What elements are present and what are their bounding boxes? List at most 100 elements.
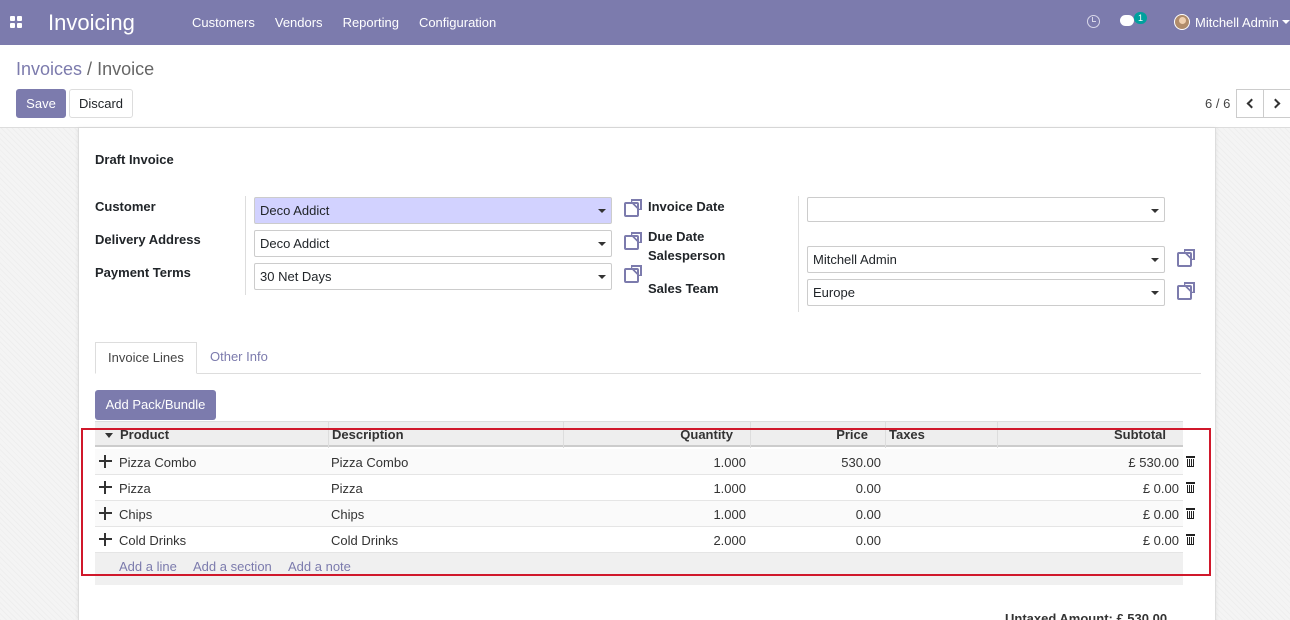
drag-handle-icon[interactable] bbox=[99, 455, 112, 468]
caret-down-icon bbox=[598, 209, 606, 213]
form-sheet: Draft Invoice Customer Delivery Address … bbox=[78, 128, 1216, 620]
activity-clock-icon[interactable] bbox=[1087, 15, 1100, 28]
field-separator bbox=[798, 196, 799, 312]
column-separator bbox=[750, 422, 751, 448]
breadcrumb-invoices[interactable]: Invoices bbox=[16, 59, 82, 79]
pager-value[interactable]: 6 / 6 bbox=[1205, 96, 1230, 111]
external-link-icon[interactable] bbox=[1177, 249, 1195, 267]
customer-select[interactable]: Deco Addict bbox=[254, 197, 612, 224]
payment-terms-value: 30 Net Days bbox=[260, 269, 332, 284]
cell-quantity[interactable]: 1.000 bbox=[565, 507, 746, 522]
delivery-address-value: Deco Addict bbox=[260, 236, 330, 251]
cell-product[interactable]: Chips bbox=[119, 507, 152, 522]
header-quantity[interactable]: Quantity bbox=[565, 427, 733, 442]
cell-quantity[interactable]: 1.000 bbox=[565, 455, 746, 470]
column-separator bbox=[328, 422, 329, 448]
cell-description[interactable]: Chips bbox=[331, 507, 364, 522]
user-menu[interactable]: Mitchell Admin bbox=[1195, 15, 1279, 30]
add-section-link[interactable]: Add a section bbox=[193, 559, 272, 574]
cell-price[interactable]: 0.00 bbox=[752, 481, 881, 496]
cell-product[interactable]: Pizza Combo bbox=[119, 455, 196, 470]
add-line-link[interactable]: Add a line bbox=[119, 559, 177, 574]
breadcrumb: Invoices / Invoice bbox=[16, 59, 154, 80]
external-link-icon[interactable] bbox=[624, 232, 642, 250]
chevron-left-icon bbox=[1246, 98, 1257, 109]
column-separator bbox=[997, 422, 998, 448]
cell-price[interactable]: 0.00 bbox=[752, 533, 881, 548]
untaxed-amount: Untaxed Amount: £ 530.00 bbox=[1005, 611, 1168, 620]
table-row[interactable]: Cold Drinks Cold Drinks 2.000 0.00 £ 0.0… bbox=[95, 527, 1195, 553]
trash-icon[interactable] bbox=[1186, 508, 1195, 519]
cell-quantity[interactable]: 1.000 bbox=[565, 481, 746, 496]
external-link-icon[interactable] bbox=[624, 199, 642, 217]
external-link-icon[interactable] bbox=[624, 265, 642, 283]
cell-description[interactable]: Pizza bbox=[331, 481, 363, 496]
apps-menu-icon[interactable] bbox=[10, 16, 22, 28]
drag-handle-icon[interactable] bbox=[99, 481, 112, 494]
menu-configuration[interactable]: Configuration bbox=[419, 15, 496, 30]
table-header: Product Description Quantity Price Taxes… bbox=[95, 421, 1183, 448]
salesperson-label: Salesperson bbox=[648, 248, 726, 263]
sort-caret-icon[interactable] bbox=[105, 433, 113, 438]
invoice-date-select[interactable] bbox=[807, 197, 1165, 222]
customer-value: Deco Addict bbox=[260, 203, 330, 218]
delivery-address-select[interactable]: Deco Addict bbox=[254, 230, 612, 257]
chevron-right-icon bbox=[1270, 98, 1281, 109]
trash-icon[interactable] bbox=[1186, 534, 1195, 545]
table-row[interactable]: Chips Chips 1.000 0.00 £ 0.00 bbox=[95, 501, 1195, 527]
sales-team-select[interactable]: Europe bbox=[807, 279, 1165, 306]
column-separator bbox=[563, 422, 564, 448]
customer-label: Customer bbox=[95, 199, 156, 214]
cell-subtotal: £ 530.00 bbox=[1128, 455, 1179, 470]
payment-terms-label: Payment Terms bbox=[95, 265, 191, 280]
user-avatar[interactable] bbox=[1174, 14, 1190, 30]
table-row[interactable]: Pizza Pizza 1.000 0.00 £ 0.00 bbox=[95, 475, 1195, 501]
save-button[interactable]: Save bbox=[16, 89, 66, 118]
menu-reporting[interactable]: Reporting bbox=[343, 15, 399, 30]
sales-team-value: Europe bbox=[813, 285, 855, 300]
due-date-label: Due Date bbox=[648, 229, 705, 244]
caret-down-icon[interactable] bbox=[1282, 20, 1290, 24]
cell-price[interactable]: 0.00 bbox=[752, 507, 881, 522]
add-line-row: Add a line Add a section Add a note bbox=[95, 553, 1183, 585]
tab-other-info[interactable]: Other Info bbox=[198, 342, 280, 374]
trash-icon[interactable] bbox=[1186, 456, 1195, 467]
payment-terms-select[interactable]: 30 Net Days bbox=[254, 263, 612, 290]
pager-next-button[interactable] bbox=[1263, 89, 1290, 118]
breadcrumb-separator: / bbox=[82, 59, 98, 79]
cell-product[interactable]: Pizza bbox=[119, 481, 151, 496]
add-note-link[interactable]: Add a note bbox=[288, 559, 351, 574]
form-view-background: Draft Invoice Customer Delivery Address … bbox=[0, 127, 1290, 620]
field-separator bbox=[245, 196, 246, 295]
drag-handle-icon[interactable] bbox=[99, 533, 112, 546]
main-menu: Customers Vendors Reporting Configuratio… bbox=[182, 15, 506, 30]
external-link-icon[interactable] bbox=[1177, 282, 1195, 300]
trash-icon[interactable] bbox=[1186, 482, 1195, 493]
table-row[interactable]: Pizza Combo Pizza Combo 1.000 530.00 £ 5… bbox=[95, 449, 1195, 475]
header-price[interactable]: Price bbox=[752, 427, 868, 442]
header-product[interactable]: Product bbox=[120, 427, 169, 442]
salesperson-select[interactable]: Mitchell Admin bbox=[807, 246, 1165, 273]
chat-icon[interactable] bbox=[1120, 15, 1134, 26]
discard-button[interactable]: Discard bbox=[69, 89, 133, 118]
app-title[interactable]: Invoicing bbox=[48, 10, 135, 36]
cell-description[interactable]: Cold Drinks bbox=[331, 533, 398, 548]
header-subtotal[interactable]: Subtotal bbox=[999, 427, 1166, 442]
cell-quantity[interactable]: 2.000 bbox=[565, 533, 746, 548]
menu-customers[interactable]: Customers bbox=[192, 15, 255, 30]
menu-vendors[interactable]: Vendors bbox=[275, 15, 323, 30]
top-navbar: Invoicing Customers Vendors Reporting Co… bbox=[0, 0, 1290, 45]
drag-handle-icon[interactable] bbox=[99, 507, 112, 520]
salesperson-value: Mitchell Admin bbox=[813, 252, 897, 267]
header-description[interactable]: Description bbox=[332, 427, 404, 442]
header-taxes[interactable]: Taxes bbox=[889, 427, 925, 442]
cell-price[interactable]: 530.00 bbox=[752, 455, 881, 470]
cell-description[interactable]: Pizza Combo bbox=[331, 455, 408, 470]
tab-invoice-lines[interactable]: Invoice Lines bbox=[95, 342, 197, 374]
cell-product[interactable]: Cold Drinks bbox=[119, 533, 186, 548]
add-pack-bundle-button[interactable]: Add Pack/Bundle bbox=[95, 390, 216, 420]
caret-down-icon bbox=[1151, 258, 1159, 262]
chat-badge: 1 bbox=[1134, 12, 1148, 24]
pager-previous-button[interactable] bbox=[1236, 89, 1264, 118]
cell-subtotal: £ 0.00 bbox=[1142, 533, 1179, 548]
